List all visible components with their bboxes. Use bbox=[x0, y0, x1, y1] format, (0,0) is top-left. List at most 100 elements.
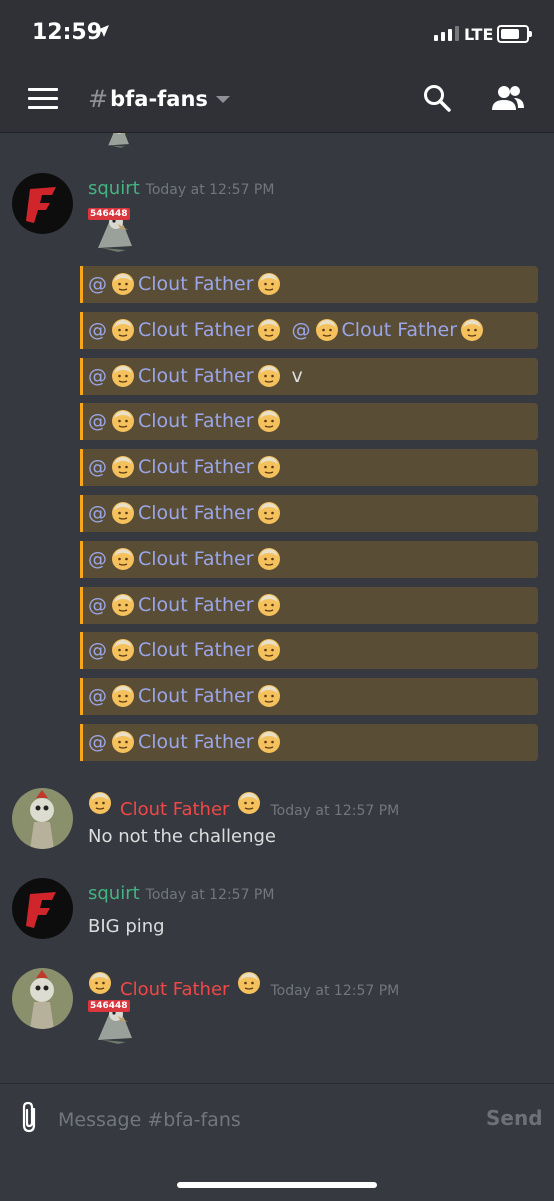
older-person-emoji-icon bbox=[460, 318, 484, 342]
mention-trailing-text: v bbox=[291, 364, 303, 387]
older-person-emoji-icon bbox=[111, 547, 135, 571]
sticker-image[interactable]: 546448 bbox=[88, 1000, 140, 1046]
user-mention[interactable]: @ Clout Father bbox=[88, 547, 284, 571]
older-person-emoji-icon bbox=[111, 318, 135, 342]
older-person-emoji-icon bbox=[111, 730, 135, 754]
older-person-emoji-icon bbox=[111, 272, 135, 296]
mention-name: Clout Father bbox=[138, 410, 254, 433]
mention-name: Clout Father bbox=[138, 273, 254, 295]
older-person-emoji-icon bbox=[111, 684, 135, 708]
mention-name: Clout Father bbox=[138, 731, 254, 753]
location-arrow-icon bbox=[96, 23, 110, 42]
message-list[interactable]: squirt Today at 12:57 PM 546448 @ Clout F… bbox=[0, 133, 554, 1083]
mention-row: @ Clout Father bbox=[80, 266, 538, 303]
user-mention[interactable]: @ Clout Father bbox=[292, 318, 488, 342]
older-person-emoji-icon bbox=[237, 971, 261, 995]
mention-row: @ Clout Father bbox=[80, 632, 538, 670]
user-mention[interactable]: @ Clout Father bbox=[88, 730, 284, 754]
user-mention[interactable]: @ Clout Father bbox=[88, 501, 284, 525]
battery-icon bbox=[497, 25, 532, 43]
older-person-emoji-icon bbox=[257, 364, 281, 388]
user-mention[interactable]: @ Clout Father bbox=[88, 409, 284, 433]
username[interactable]: squirt bbox=[88, 883, 140, 904]
search-icon[interactable] bbox=[422, 83, 452, 117]
mention-row: @ Clout Father bbox=[80, 403, 538, 441]
username[interactable]: squirt bbox=[88, 178, 140, 199]
locked-hash-icon: # bbox=[88, 85, 109, 113]
user-mention[interactable]: @ Clout Father bbox=[88, 318, 284, 342]
older-person-emoji-icon bbox=[88, 971, 112, 995]
avatar[interactable] bbox=[12, 173, 73, 234]
mention-row: @ Clout Father bbox=[80, 495, 538, 532]
message-composer: Send bbox=[0, 1083, 554, 1201]
sticker-image[interactable]: 546448 bbox=[88, 208, 140, 254]
user-mention[interactable]: @ Clout Father bbox=[88, 455, 284, 479]
older-person-emoji-icon bbox=[257, 547, 281, 571]
user-mention[interactable]: @ Clout Father bbox=[88, 364, 284, 388]
older-person-emoji-icon bbox=[257, 455, 281, 479]
clock: 12:59 bbox=[32, 20, 103, 45]
channel-header: # bfa-fans bbox=[0, 70, 554, 133]
mention-name: Clout Father bbox=[138, 639, 254, 662]
chevron-down-icon bbox=[215, 95, 230, 103]
older-person-emoji-icon bbox=[111, 501, 135, 525]
older-person-emoji-icon bbox=[257, 409, 281, 433]
status-bar: 12:59 LTE bbox=[0, 0, 554, 70]
older-person-emoji-icon bbox=[257, 730, 281, 754]
username[interactable]: Clout Father bbox=[120, 799, 229, 820]
mention-row: @ Clout Father v bbox=[80, 357, 538, 395]
avatar[interactable] bbox=[12, 878, 73, 939]
timestamp: Today at 12:57 PM bbox=[270, 983, 400, 999]
older-person-emoji-icon bbox=[111, 364, 135, 388]
sticker-badge: 546448 bbox=[88, 208, 130, 220]
timestamp: Today at 12:57 PM bbox=[145, 182, 275, 198]
mention-row: @ Clout Father bbox=[80, 540, 538, 578]
older-person-emoji-icon bbox=[111, 409, 135, 433]
sticker-badge: 546448 bbox=[88, 1000, 130, 1012]
mention-row: @ Clout Father bbox=[80, 586, 538, 624]
send-button[interactable]: Send bbox=[486, 1106, 543, 1130]
mention-row: @ Clout Father @ Clout Father bbox=[80, 311, 538, 349]
mention-name: Clout Father bbox=[138, 593, 254, 616]
older-person-emoji-icon bbox=[111, 593, 135, 617]
timestamp: Today at 12:57 PM bbox=[145, 887, 275, 903]
sticker-partial-image bbox=[98, 133, 138, 149]
username[interactable]: Clout Father bbox=[120, 979, 229, 1000]
home-indicator[interactable] bbox=[177, 1182, 377, 1188]
mention-name: Clout Father bbox=[138, 547, 254, 570]
signal-bars-icon bbox=[434, 26, 459, 41]
older-person-emoji-icon bbox=[257, 501, 281, 525]
message-text: BIG ping bbox=[88, 916, 165, 937]
mention-name: Clout Father bbox=[138, 318, 254, 341]
members-icon[interactable] bbox=[490, 84, 526, 116]
message-clout-father-text: Clout Father Today at 12:57 PM No not th… bbox=[0, 786, 554, 856]
network-label: LTE bbox=[464, 25, 494, 44]
older-person-emoji-icon bbox=[237, 791, 261, 815]
user-mention[interactable]: @ Clout Father bbox=[88, 272, 284, 296]
hamburger-menu-icon[interactable] bbox=[28, 88, 58, 110]
mention-name: Clout Father bbox=[138, 456, 254, 479]
user-mention[interactable]: @ Clout Father bbox=[88, 638, 284, 662]
message-squirt-text: squirt Today at 12:57 PM BIG ping bbox=[0, 876, 554, 946]
user-mention[interactable]: @ Clout Father bbox=[88, 593, 284, 617]
channel-name: bfa-fans bbox=[110, 87, 208, 111]
mention-row: @ Clout Father bbox=[80, 678, 538, 716]
older-person-emoji-icon bbox=[111, 455, 135, 479]
older-person-emoji-icon bbox=[111, 638, 135, 662]
paperclip-icon[interactable] bbox=[20, 1100, 40, 1138]
mention-row: @ Clout Father bbox=[80, 449, 538, 487]
channel-title[interactable]: # bfa-fans bbox=[88, 82, 230, 116]
older-person-emoji-icon bbox=[257, 684, 281, 708]
user-mention[interactable]: @ Clout Father bbox=[88, 684, 284, 708]
mention-name: Clout Father bbox=[138, 364, 254, 387]
older-person-emoji-icon bbox=[257, 593, 281, 617]
avatar[interactable] bbox=[12, 968, 73, 1029]
avatar[interactable] bbox=[12, 788, 73, 849]
older-person-emoji-icon bbox=[88, 791, 112, 815]
message-clout-father-sticker: Clout Father Today at 12:57 PM 546448 bbox=[0, 966, 554, 1056]
message-squirt-sticker: squirt Today at 12:57 PM 546448 bbox=[0, 173, 554, 263]
older-person-emoji-icon bbox=[257, 318, 281, 342]
mention-name: Clout Father bbox=[138, 502, 254, 524]
message-input[interactable] bbox=[56, 1104, 440, 1136]
older-person-emoji-icon bbox=[257, 638, 281, 662]
